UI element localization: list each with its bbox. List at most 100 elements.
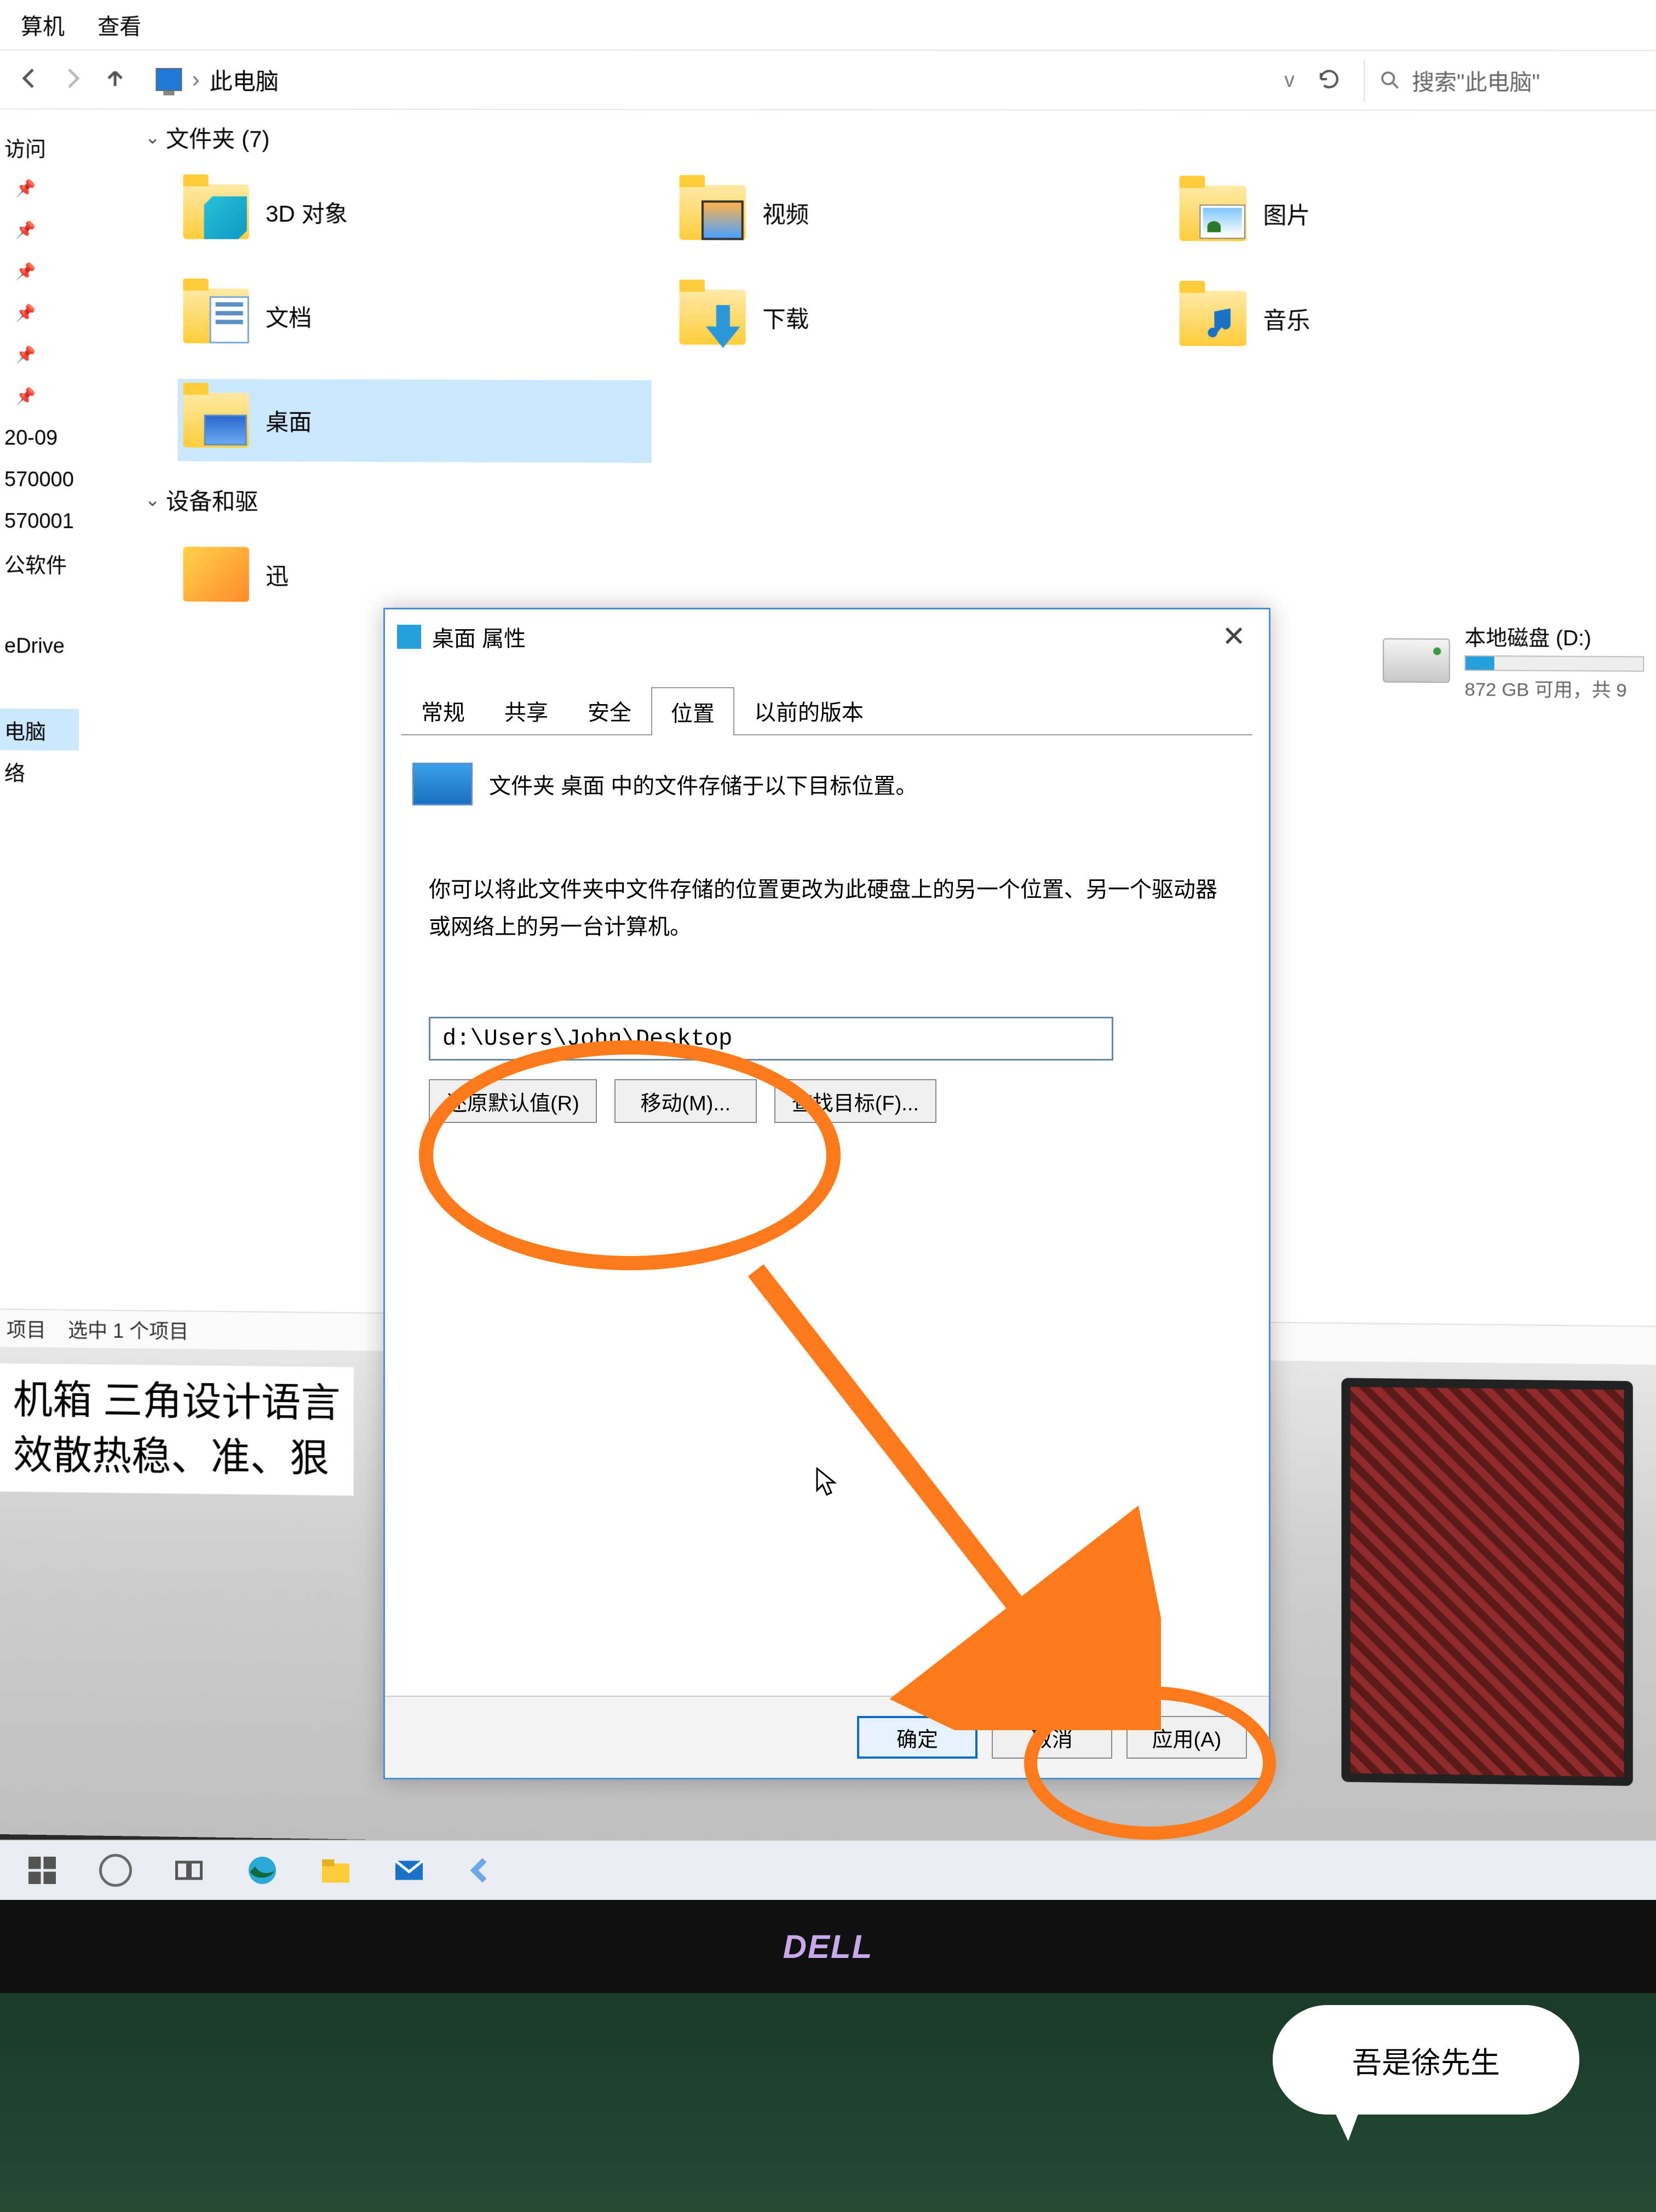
folder-music[interactable]: 音乐 [1174, 277, 1656, 361]
folder-desktop[interactable]: 桌面 [177, 379, 652, 463]
ribbon-tab-computer[interactable]: 算机 [4, 9, 81, 41]
sidebar-item[interactable]: 📌 [0, 376, 79, 417]
sidebar-item[interactable] [0, 584, 79, 626]
chevron-right-icon: › [192, 66, 199, 93]
nav-sidebar: 访问 📌 📌 📌 📌 📌 📌 20-09 570000 570001 公软件 e… [0, 110, 79, 1232]
find-target-button[interactable]: 查找目标(F)... [774, 1079, 936, 1123]
folder-icon [1180, 291, 1246, 346]
monitor-bezel: DELL [0, 1900, 1656, 1993]
ribbon-tabs: 算机 查看 [0, 0, 1656, 50]
folder-icon [183, 184, 249, 239]
tab-general[interactable]: 常规 [401, 686, 485, 734]
dialog-titlebar[interactable]: 桌面 属性 ✕ [385, 609, 1269, 664]
sidebar-item[interactable]: 📌 [0, 251, 79, 292]
drive-usage-bar [1464, 655, 1644, 672]
pc-case-graphic [1342, 1378, 1633, 1786]
folder-videos[interactable]: 视频 [674, 171, 1174, 255]
sidebar-item[interactable]: 📌 [0, 334, 79, 376]
folder-3d-objects[interactable]: 3D 对象 [177, 170, 674, 254]
breadcrumb-this-pc[interactable]: 此电脑 [210, 63, 279, 96]
move-button[interactable]: 移动(M)... [614, 1079, 757, 1123]
status-selected: 选中 1 个项目 [68, 1315, 188, 1344]
desktop-icon [397, 625, 421, 649]
folder-downloads[interactable]: 下载 [674, 276, 1174, 360]
tab-previous-versions[interactable]: 以前的版本 [734, 686, 883, 734]
chevron-down-icon: ⌄ [145, 489, 160, 511]
drive-local-d[interactable]: 本地磁盘 (D:) 872 GB 可用，共 9 [1383, 620, 1644, 702]
taskbar-app-icon[interactable] [462, 1850, 503, 1891]
search-input[interactable]: 搜索"此电脑" [1364, 59, 1655, 101]
nav-up-icon[interactable] [102, 65, 128, 94]
watermark-speech-bubble: 吾是徐先生 [1273, 2005, 1579, 2115]
group-devices-header[interactable]: ⌄ 设备和驱 [145, 483, 1656, 523]
taskbar-edge-icon[interactable] [242, 1850, 283, 1891]
nav-back-icon[interactable] [16, 65, 43, 94]
sidebar-item-this-pc[interactable]: 电脑 [0, 708, 79, 751]
sidebar-item[interactable] [0, 667, 79, 709]
pin-icon: 📌 [15, 304, 36, 323]
app-icon [183, 546, 249, 602]
sidebar-item[interactable]: 📌 [0, 168, 79, 209]
pin-icon: 📌 [15, 179, 36, 198]
restore-default-button[interactable]: 还原默认值(R) [429, 1079, 597, 1123]
taskbar-mail-icon[interactable] [389, 1850, 429, 1891]
drive-free-text: 872 GB 可用，共 9 [1464, 674, 1644, 702]
task-view-button[interactable] [169, 1850, 209, 1891]
ok-button[interactable]: 确定 [857, 1716, 978, 1759]
hard-drive-icon [1383, 638, 1450, 683]
desktop-folder-icon [412, 763, 473, 805]
cursor-icon [816, 1467, 838, 1501]
refresh-icon[interactable] [1317, 67, 1342, 94]
tab-security[interactable]: 安全 [568, 686, 651, 734]
ribbon-tab-view[interactable]: 查看 [81, 9, 158, 41]
dialog-tabs: 常规 共享 安全 位置 以前的版本 [385, 664, 1269, 734]
tab-location[interactable]: 位置 [651, 687, 734, 735]
breadcrumb[interactable]: › 此电脑 [145, 63, 1284, 97]
tab-panel-location: 文件夹 桌面 中的文件存储于以下目标位置。 你可以将此文件夹中文件存储的位置更改… [401, 734, 1252, 1681]
drive-title: 本地磁盘 (D:) [1464, 620, 1644, 652]
location-heading: 文件夹 桌面 中的文件存储于以下目标位置。 [489, 768, 917, 800]
sidebar-item[interactable]: 公软件 [0, 542, 79, 584]
sidebar-item[interactable]: 20-09 [0, 417, 79, 459]
nav-forward-icon[interactable] [59, 65, 85, 94]
folder-documents[interactable]: 文档 [177, 275, 674, 359]
sidebar-item[interactable]: 络 [0, 750, 79, 792]
sidebar-item[interactable]: 570001 [0, 500, 79, 543]
cortana-button[interactable] [95, 1850, 136, 1891]
apply-button[interactable]: 应用(A) [1126, 1716, 1247, 1759]
address-bar: › 此电脑 v 搜索"此电脑" [0, 49, 1656, 111]
search-placeholder: 搜索"此电脑" [1412, 64, 1540, 96]
folder-icon [1180, 186, 1246, 241]
location-description: 你可以将此文件夹中文件存储的位置更改为此硬盘上的另一个位置、另一个驱动器或网络上… [401, 805, 1252, 946]
sidebar-item[interactable]: 570000 [0, 459, 79, 501]
properties-dialog: 桌面 属性 ✕ 常规 共享 安全 位置 以前的版本 文件夹 桌面 中的文件存储于… [383, 608, 1270, 1779]
status-item-count: 项目 [7, 1314, 46, 1343]
location-path-input[interactable]: d:\Users\John\Desktop [429, 1017, 1113, 1061]
folder-pictures[interactable]: 图片 [1174, 172, 1656, 256]
dialog-footer: 确定 取消 应用(A) [385, 1696, 1269, 1778]
folder-icon [183, 289, 249, 343]
dialog-title: 桌面 属性 [432, 621, 526, 653]
pin-icon: 📌 [15, 262, 36, 281]
ad-text: 机箱 三角设计语言 效散热稳、准、狠 [0, 1363, 354, 1495]
tab-sharing[interactable]: 共享 [485, 686, 568, 734]
folder-icon [679, 185, 745, 240]
folder-icon [679, 290, 745, 345]
this-pc-icon [156, 68, 182, 91]
taskbar [0, 1840, 1656, 1900]
close-button[interactable]: ✕ [1211, 620, 1257, 653]
sidebar-item[interactable]: eDrive [0, 625, 79, 667]
monitor-brand: DELL [783, 1928, 873, 1966]
taskbar-explorer-icon[interactable] [315, 1850, 356, 1891]
group-folders-header[interactable]: ⌄ 文件夹 (7) [145, 120, 1656, 156]
search-icon [1378, 68, 1402, 91]
sidebar-item[interactable]: 访问 [0, 126, 79, 168]
sidebar-item[interactable]: 📌 [0, 292, 79, 334]
pin-icon: 📌 [15, 345, 36, 365]
dropdown-chevron-icon[interactable]: v [1284, 68, 1294, 91]
folder-icon [183, 393, 249, 448]
cancel-button[interactable]: 取消 [992, 1716, 1112, 1759]
start-button[interactable] [22, 1850, 62, 1891]
sidebar-item[interactable]: 📌 [0, 209, 79, 251]
chevron-down-icon: ⌄ [145, 126, 160, 148]
